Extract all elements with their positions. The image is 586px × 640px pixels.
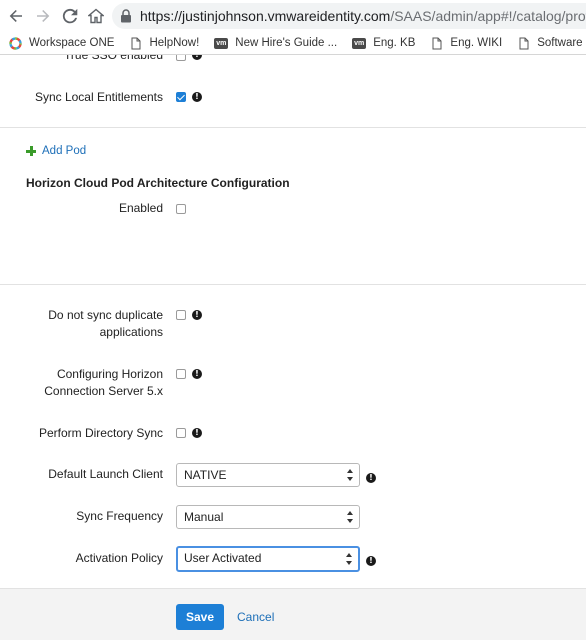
cpa-enabled-label: Enabled [118,201,163,215]
info-icon[interactable]: ! [366,473,376,483]
bookmark-label: Eng. KB [373,37,416,49]
workspace-one-icon [9,36,22,50]
directory-sync-checkbox[interactable] [176,428,186,438]
section-divider [0,127,586,128]
forward-arrow-icon[interactable] [33,6,53,26]
vm-icon: vm [214,37,229,49]
cpa-section-title: Horizon Cloud Pod Architecture Configura… [26,176,290,190]
label-line: Do not sync duplicate [48,308,163,322]
home-icon[interactable] [86,6,106,26]
sync-frequency-label: Sync Frequency [76,509,163,523]
plus-icon [26,146,36,156]
page-content: True SSO enabled ! Sync Local Entitlemen… [0,55,586,640]
default-launch-client-select[interactable]: NATIVE [176,463,360,487]
select-value: User Activated [184,551,262,565]
true-sso-checkbox[interactable] [176,55,186,61]
select-arrows-icon [347,511,353,523]
select-arrows-icon [347,469,353,481]
vm-icon: vm [352,37,367,49]
true-sso-label: True SSO enabled [64,55,163,62]
cancel-link[interactable]: Cancel [237,610,274,624]
bookmark-workspace-one[interactable]: Workspace ONE [9,36,115,50]
sync-frequency-select[interactable]: Manual [176,505,360,529]
address-bar[interactable]: https://justinjohnson.vmwareidentity.com… [112,3,586,29]
info-icon[interactable]: ! [192,55,202,60]
url-host: https://justinjohnson.vmwareidentity.com [140,8,391,24]
no-sync-duplicate-label: Do not sync duplicate applications [48,307,163,341]
page-icon [129,37,142,50]
url-path: /SAAS/admin/app#!/catalog/profiles/ed [390,8,586,24]
info-icon[interactable]: ! [192,428,202,438]
info-icon[interactable]: ! [192,92,202,102]
info-icon[interactable]: ! [192,310,202,320]
activation-policy-select[interactable]: User Activated [176,546,360,572]
page-icon [430,37,443,50]
default-launch-client-label: Default Launch Client [48,467,163,481]
select-value: NATIVE [184,468,227,482]
select-arrows-icon [346,553,352,565]
form-footer [0,588,586,640]
bookmark-software-portal[interactable]: Software Portal [517,37,586,50]
bookmark-label: Workspace ONE [29,37,115,49]
bookmark-label: Software Portal [537,37,586,49]
add-pod-label: Add Pod [42,145,87,157]
label-line: Connection Server 5.x [44,384,163,398]
bookmark-label: New Hire's Guide ... [235,37,338,49]
label-line: Configuring Horizon [56,367,163,381]
bookmark-new-hires-guide[interactable]: vm New Hire's Guide ... [214,37,337,49]
reload-icon[interactable] [60,6,80,26]
activation-policy-label: Activation Policy [75,551,163,565]
directory-sync-label: Perform Directory Sync [38,426,163,440]
add-pod-link[interactable]: Add Pod [26,145,86,157]
bookmarks-bar: Workspace ONE HelpNow! vm New Hire's Gui… [0,32,586,54]
bookmark-eng-wiki[interactable]: Eng. WIKI [430,37,502,50]
cpa-enabled-checkbox[interactable] [176,204,186,214]
no-sync-duplicate-checkbox[interactable] [176,310,186,320]
page-icon [517,37,530,50]
sync-local-entitlements-checkbox[interactable] [176,92,186,102]
lock-icon [121,9,131,23]
bookmark-label: HelpNow! [149,37,200,49]
bookmark-eng-kb[interactable]: vm Eng. KB [352,37,415,49]
section-divider [0,284,586,285]
label-line: applications [99,325,163,339]
select-value: Manual [184,510,224,524]
info-icon[interactable]: ! [366,556,376,566]
sync-local-entitlements-label: Sync Local Entitlements [34,90,163,104]
horizon-5x-label: Configuring Horizon Connection Server 5.… [44,366,163,400]
save-button[interactable]: Save [176,604,224,630]
back-arrow-icon[interactable] [6,6,26,26]
info-icon[interactable]: ! [192,369,202,379]
bookmark-helpnow[interactable]: HelpNow! [129,37,199,50]
bookmark-label: Eng. WIKI [450,37,503,49]
horizon-5x-checkbox[interactable] [176,369,186,379]
browser-toolbar: https://justinjohnson.vmwareidentity.com… [0,0,586,32]
